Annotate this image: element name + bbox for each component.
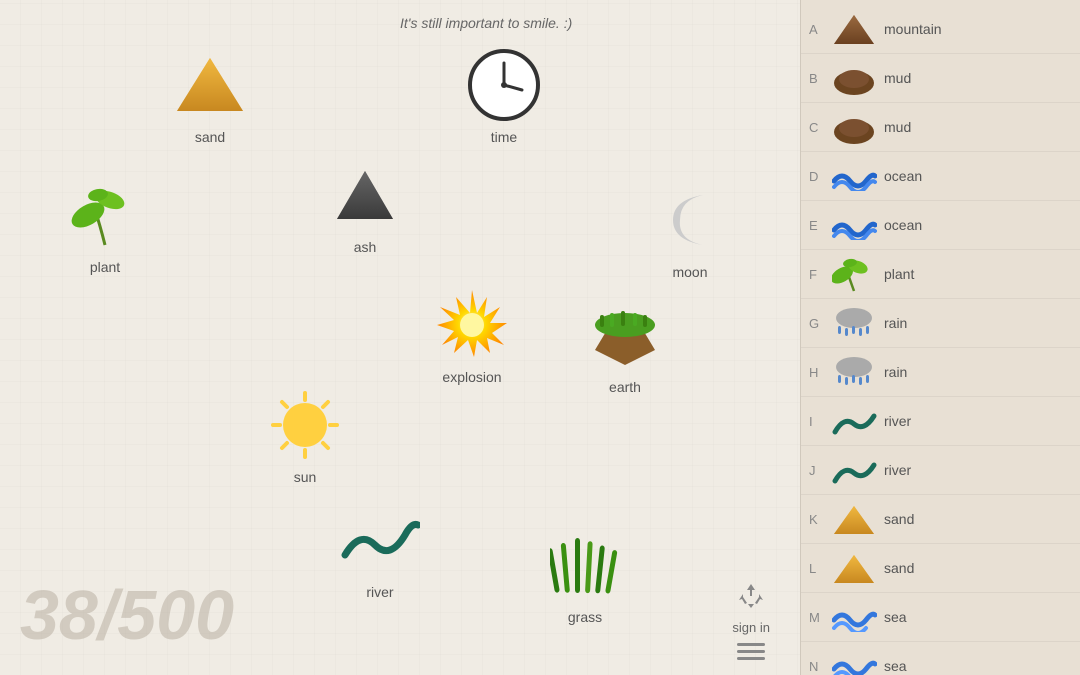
item-time[interactable]: time xyxy=(464,45,544,145)
explosion-label: explosion xyxy=(442,369,501,385)
item-grass[interactable]: grass xyxy=(545,525,625,625)
sidebar-letter-h: H xyxy=(809,365,829,380)
sidebar-item-river-j[interactable]: J river xyxy=(801,446,1080,495)
sidebar-letter-l: L xyxy=(809,561,829,576)
sidebar-label-plant-f: plant xyxy=(884,266,914,282)
item-river[interactable]: river xyxy=(340,500,420,600)
ash-label: ash xyxy=(354,239,377,255)
sun-icon xyxy=(265,385,345,465)
ash-icon xyxy=(325,155,405,235)
sidebar-letter-k: K xyxy=(809,512,829,527)
sand-sidebar-icon-k xyxy=(829,499,879,539)
sidebar-label-mountain: mountain xyxy=(884,21,942,37)
earth-icon xyxy=(585,295,665,375)
sidebar-label-sea-n: sea xyxy=(884,658,907,674)
score-display: 38/500 xyxy=(20,575,234,655)
sidebar-letter-m: M xyxy=(809,610,829,625)
sidebar-item-sea-n[interactable]: N sea xyxy=(801,642,1080,675)
sand-sidebar-icon-l xyxy=(829,548,879,588)
ocean-icon-e xyxy=(829,205,879,245)
item-sand[interactable]: sand xyxy=(170,45,250,145)
rain-icon-g xyxy=(829,303,879,343)
sun-label: sun xyxy=(294,469,317,485)
mud-icon-b xyxy=(829,58,879,98)
sidebar-label-mud-b: mud xyxy=(884,70,911,86)
sidebar-label-mud-c: mud xyxy=(884,119,911,135)
sidebar-item-mud-c[interactable]: C mud xyxy=(801,103,1080,152)
sidebar-item-ocean-d[interactable]: D ocean xyxy=(801,152,1080,201)
sidebar-label-sand-l: sand xyxy=(884,560,914,576)
sidebar-item-sea-m[interactable]: M sea xyxy=(801,593,1080,642)
river-label: river xyxy=(366,584,393,600)
sidebar: A mountain B mud xyxy=(800,0,1080,675)
item-ash[interactable]: ash xyxy=(325,155,405,255)
sand-icon xyxy=(170,45,250,125)
time-label: time xyxy=(491,129,517,145)
sidebar-label-ocean-e: ocean xyxy=(884,217,922,233)
rain-icon-h xyxy=(829,352,879,392)
sidebar-label-rain-g: rain xyxy=(884,315,907,331)
sidebar-item-ocean-e[interactable]: E ocean xyxy=(801,201,1080,250)
sidebar-label-rain-h: rain xyxy=(884,364,907,380)
sidebar-item-rain-g[interactable]: G rain xyxy=(801,299,1080,348)
sidebar-item-mountain[interactable]: A mountain xyxy=(801,5,1080,54)
sidebar-letter-d: D xyxy=(809,169,829,184)
sidebar-letter-i: I xyxy=(809,414,829,429)
sidebar-label-river-j: river xyxy=(884,462,911,478)
menu-line-1 xyxy=(737,643,765,646)
sidebar-item-plant-f[interactable]: F plant xyxy=(801,250,1080,299)
sidebar-letter-j: J xyxy=(809,463,829,478)
river-game-icon xyxy=(340,500,420,580)
sidebar-item-sand-k[interactable]: K sand xyxy=(801,495,1080,544)
sidebar-item-rain-h[interactable]: H rain xyxy=(801,348,1080,397)
item-explosion[interactable]: explosion xyxy=(432,285,512,385)
signin-area: sign in xyxy=(732,580,770,660)
plant-icon xyxy=(65,175,145,255)
sidebar-letter-g: G xyxy=(809,316,829,331)
time-icon xyxy=(464,45,544,125)
sidebar-label-ocean-d: ocean xyxy=(884,168,922,184)
sidebar-item-sand-l[interactable]: L sand xyxy=(801,544,1080,593)
ocean-icon-d xyxy=(829,156,879,196)
menu-icon[interactable] xyxy=(737,643,765,660)
grass-icon xyxy=(545,525,625,605)
moon-icon xyxy=(650,180,730,260)
plant-label: plant xyxy=(90,259,120,275)
signin-button[interactable]: sign in xyxy=(732,620,770,635)
sea-icon-m xyxy=(829,597,879,637)
earth-label: earth xyxy=(609,379,641,395)
mountain-icon xyxy=(829,9,879,49)
menu-line-3 xyxy=(737,657,765,660)
sea-icon-n xyxy=(829,646,879,675)
river-sidebar-icon-j xyxy=(829,450,879,490)
sand-label: sand xyxy=(195,129,225,145)
sidebar-label-sea-m: sea xyxy=(884,609,907,625)
item-sun[interactable]: sun xyxy=(265,385,345,485)
plant-sidebar-icon xyxy=(829,254,879,294)
sidebar-letter-b: B xyxy=(809,71,829,86)
sidebar-item-mud-b[interactable]: B mud xyxy=(801,54,1080,103)
sidebar-letter-f: F xyxy=(809,267,829,282)
sidebar-letter-n: N xyxy=(809,659,829,674)
explosion-icon xyxy=(432,285,512,365)
recycle-icon xyxy=(735,580,767,612)
sidebar-label-river-i: river xyxy=(884,413,911,429)
item-moon[interactable]: moon xyxy=(650,180,730,280)
sidebar-label-sand-k: sand xyxy=(884,511,914,527)
menu-line-2 xyxy=(737,650,765,653)
sidebar-letter-a: A xyxy=(809,22,829,37)
moon-label: moon xyxy=(672,264,707,280)
game-area: sand time plant xyxy=(0,0,800,675)
mud-icon-c xyxy=(829,107,879,147)
sidebar-letter-e: E xyxy=(809,218,829,233)
sidebar-letter-c: C xyxy=(809,120,829,135)
grass-label: grass xyxy=(568,609,602,625)
sidebar-item-river-i[interactable]: I river xyxy=(801,397,1080,446)
item-earth[interactable]: earth xyxy=(585,295,665,395)
item-plant[interactable]: plant xyxy=(65,175,145,275)
river-sidebar-icon-i xyxy=(829,401,879,441)
